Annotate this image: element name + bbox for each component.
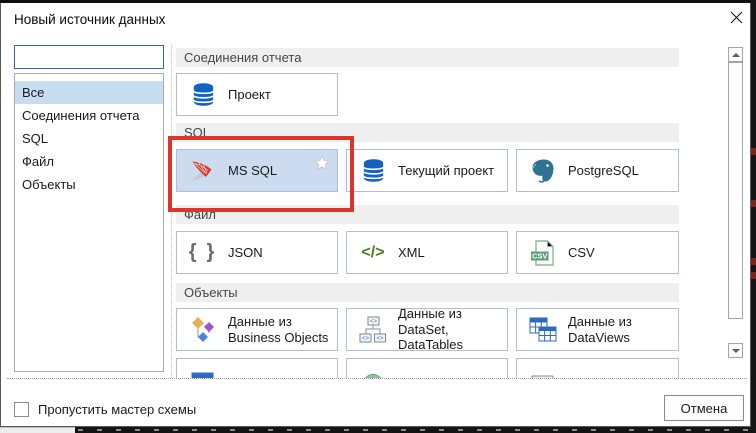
scrollbar-thumb[interactable] — [728, 62, 743, 319]
footer-separator — [7, 378, 747, 379]
svg-text:<>: <> — [362, 336, 370, 342]
sidebar-item[interactable]: SQL — [15, 127, 163, 150]
datasource-tile[interactable]: <> <> <> Данные из DataSet, DataTables — [346, 306, 508, 353]
tile-label: Данные из DataViews — [568, 313, 632, 345]
datasource-tile[interactable] — [346, 358, 508, 378]
skip-schema-wizard-label: Пропустить мастер схемы — [38, 402, 197, 417]
tile-label: Данные из DataSet, DataTables — [398, 306, 464, 353]
business-objects-icon — [188, 315, 218, 345]
star-icon[interactable] — [314, 155, 330, 176]
tile-label: CSV — [568, 244, 595, 260]
skip-schema-wizard-checkbox[interactable] — [14, 402, 29, 417]
tile-label: JSON — [228, 244, 263, 260]
sidebar-item[interactable]: Все — [15, 81, 163, 104]
ruler-dashes — [78, 429, 754, 431]
tile-label: MS SQL — [228, 162, 278, 178]
new-datasource-dialog: Новый источник данных Все Соединения отче… — [0, 2, 751, 427]
database-icon — [188, 80, 218, 110]
category-listbox: Все Соединения отчета SQL Файл Объекты — [14, 73, 164, 372]
datasource-tile[interactable]: PostgreSQL — [516, 149, 679, 192]
app-background-bottom-strip — [0, 427, 756, 433]
datasource-tile[interactable]: MS SQL — [176, 149, 338, 192]
search-input[interactable] — [14, 45, 164, 69]
table-blue-icon — [188, 365, 218, 378]
datasource-tile[interactable] — [176, 358, 338, 378]
datasource-gallery: Соединения отчета Проект SQL MS SQL Текущий … — [176, 45, 679, 378]
svg-text:<>: <> — [370, 319, 378, 325]
database-icon — [358, 156, 388, 186]
svg-text:<>: <> — [376, 336, 384, 342]
datasource-tile[interactable]: </> XML — [346, 231, 508, 274]
dataset-icon: <> <> <> — [358, 315, 388, 345]
tile-label: Проект — [228, 86, 271, 102]
sidebar-item[interactable]: Объекты — [15, 173, 163, 196]
cancel-button[interactable]: Отмена — [664, 395, 744, 421]
datasource-tile[interactable]: Данные из Business Objects — [176, 308, 338, 351]
arrow-up-icon — [731, 52, 740, 57]
scrollbar-up-button[interactable] — [728, 47, 743, 62]
close-icon — [730, 11, 743, 29]
tile-label: Текущий проект — [398, 162, 495, 178]
new-datasource-dialog-screen: Новый источник данных Все Соединения отче… — [0, 0, 756, 433]
close-button[interactable] — [724, 8, 748, 32]
datasource-tile[interactable]: Текущий проект — [346, 149, 508, 192]
mssql-icon — [188, 156, 218, 186]
svg-text:CSV: CSV — [531, 251, 546, 260]
sidebar-item[interactable]: Соединения отчета — [15, 104, 163, 127]
circle-green-icon — [358, 365, 388, 378]
datasource-tile[interactable]: Проект — [176, 73, 338, 116]
section-header: Соединения отчета — [176, 48, 679, 67]
arrow-down-icon — [731, 348, 740, 353]
datasource-tile[interactable] — [516, 358, 679, 378]
postgresql-icon — [528, 156, 558, 186]
csv-icon: CSV — [528, 238, 558, 268]
app-background-corner — [0, 427, 75, 433]
tile-label: XML — [398, 244, 425, 260]
section-header: Файл — [176, 205, 679, 224]
datasource-tile[interactable]: { } JSON — [176, 231, 338, 274]
sidebar-item[interactable]: Файл — [15, 150, 163, 173]
scrollbar-down-button[interactable] — [728, 343, 743, 358]
dialog-title: Новый источник данных — [14, 12, 166, 27]
datasource-tile[interactable]: CSV CSV — [516, 231, 679, 274]
tile-label: PostgreSQL — [568, 162, 639, 178]
section-header: SQL — [176, 123, 679, 142]
tile-label: Данные из Business Objects — [228, 313, 329, 345]
panel-divider — [171, 45, 172, 378]
json-icon: { } — [188, 241, 218, 263]
box-gray-icon — [528, 365, 558, 378]
xml-icon: </> — [361, 243, 385, 261]
app-background-top-strip — [0, 0, 756, 3]
app-background-right-strip — [751, 0, 756, 433]
section-header: Объекты — [176, 283, 679, 302]
datasource-tile[interactable]: Данные из DataViews — [516, 308, 679, 351]
dataviews-icon — [528, 315, 558, 345]
